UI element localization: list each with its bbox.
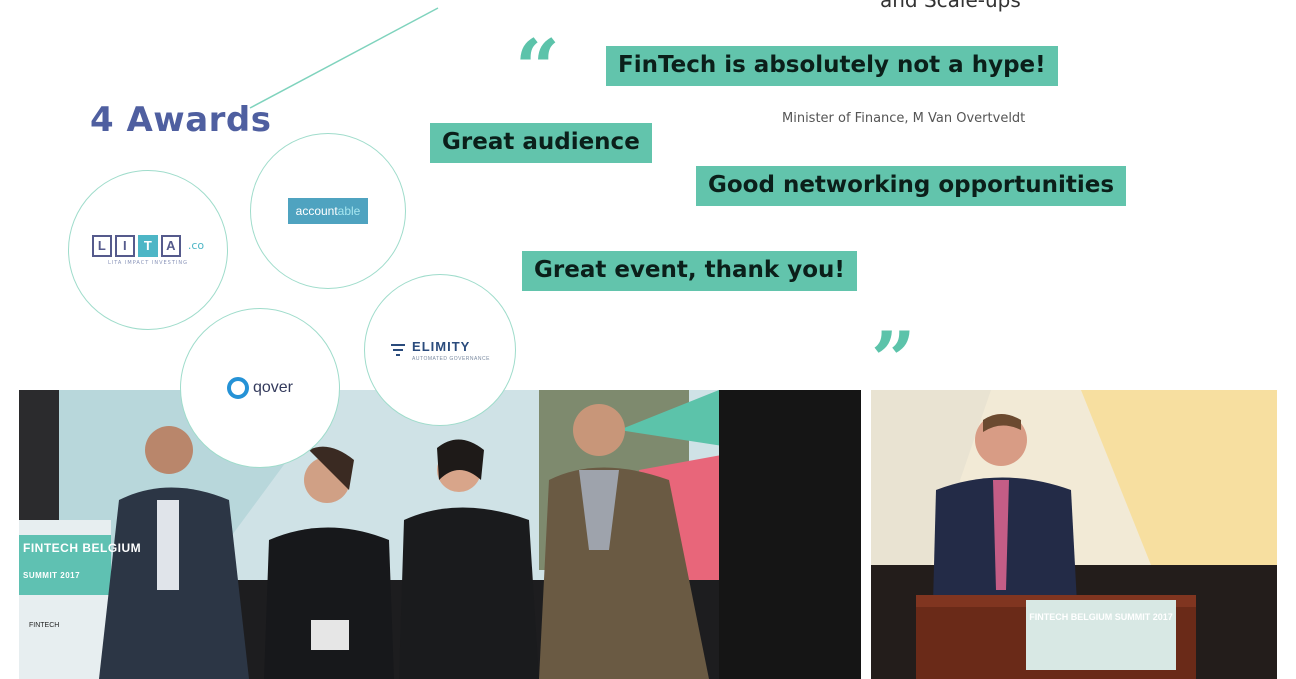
qover-logo: qover — [226, 377, 294, 399]
open-quote-icon: “ — [515, 23, 560, 114]
quote-attribution: Minister of Finance, M Van Overtveldt — [782, 111, 1026, 126]
awards-title: 4 Awards — [90, 100, 272, 140]
lita-logo: L I T A .co LITA IMPACT INVESTING — [91, 234, 205, 266]
qover-q-icon — [226, 377, 249, 399]
quote-main: FinTech is absolutely not a hype! — [606, 46, 1058, 86]
podium-banner-text: FINTECH BELGIUM SUMMIT 2017 — [1029, 612, 1173, 622]
photo-sponsor-text: FINTECH — [29, 622, 60, 629]
qover-text: qover — [252, 379, 294, 396]
elimity-text: ELIMITY — [412, 339, 471, 354]
accountable-main: account — [295, 204, 338, 218]
quote-great-audience: Great audience — [430, 123, 652, 163]
elimity-tagline: AUTOMATED GOVERNANCE — [412, 356, 490, 362]
award-circle-accountable: accountable — [250, 133, 406, 289]
close-quote-icon: “ — [870, 276, 915, 367]
accountable-tail: able — [337, 204, 361, 218]
accountable-logo: accountable — [287, 198, 369, 224]
partial-caption: and Scale-ups — [880, 0, 1021, 12]
award-circle-elimity: ELIMITY AUTOMATED GOVERNANCE — [364, 274, 516, 426]
award-circle-lita: L I T A .co LITA IMPACT INVESTING — [68, 170, 228, 330]
lita-letter: I — [114, 234, 135, 257]
photo-award-winners-drawing — [19, 390, 861, 679]
lita-letter: A — [160, 234, 181, 257]
elimity-mark-icon — [391, 344, 406, 356]
quote-networking: Good networking opportunities — [696, 166, 1127, 206]
quote-great-event: Great event, thank you! — [522, 251, 857, 291]
lita-suffix: .co — [187, 239, 205, 252]
lita-letter: L — [91, 234, 112, 257]
lita-letter: T — [137, 234, 158, 257]
award-circle-qover: qover — [180, 308, 340, 468]
photo-award-winners: FINTECH BELGIUM SUMMIT 2017 FINTECH — [19, 390, 861, 679]
photo-banner-text: FINTECH BELGIUM — [23, 541, 142, 555]
elimity-logo: ELIMITY AUTOMATED GOVERNANCE — [390, 338, 490, 362]
photo-minister-drawing — [871, 390, 1277, 679]
photo-minister: FINTECH BELGIUM SUMMIT 2017 — [871, 390, 1277, 679]
photo-banner-sub: SUMMIT 2017 — [23, 571, 81, 580]
lita-tagline: LITA IMPACT INVESTING — [108, 259, 188, 266]
